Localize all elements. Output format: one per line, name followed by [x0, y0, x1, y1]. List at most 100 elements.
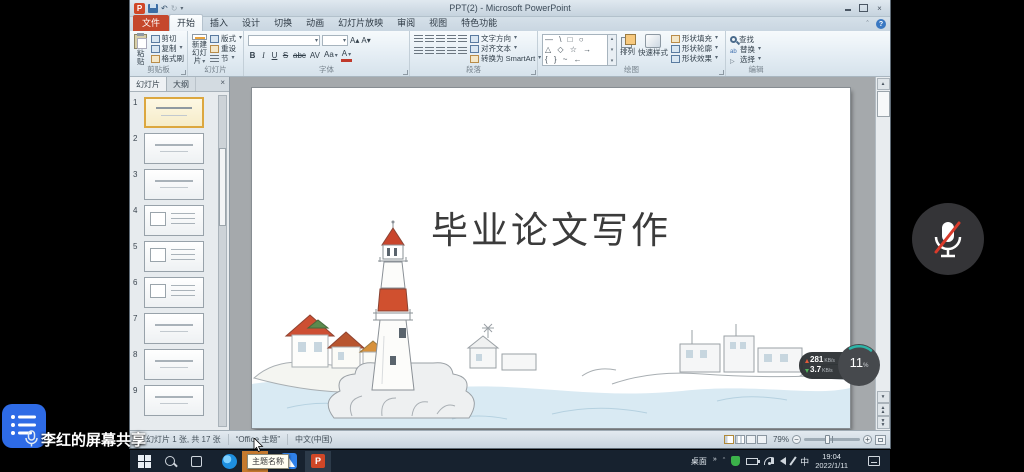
zoom-slider-thumb[interactable]: [825, 435, 830, 444]
tab-design[interactable]: 设计: [235, 15, 267, 31]
tab-file[interactable]: 文件: [133, 15, 169, 31]
slide[interactable]: 毕业论文写作: [252, 88, 850, 428]
slide-thumbnail-8[interactable]: 8: [133, 349, 215, 380]
microphone-mute-button[interactable]: [912, 203, 984, 275]
task-view-icon[interactable]: [191, 456, 202, 467]
panel-scrollbar[interactable]: [218, 95, 227, 427]
paragraph-dialog-launcher[interactable]: [531, 70, 536, 75]
qat-dropdown-icon[interactable]: [180, 5, 183, 12]
powerpoint-taskbar-icon[interactable]: [305, 451, 331, 472]
align-left-icon[interactable]: [414, 47, 423, 55]
panel-close-icon[interactable]: ×: [216, 77, 229, 91]
zoom-out-button[interactable]: −: [792, 435, 801, 444]
shapes-gallery-scroll[interactable]: [608, 34, 617, 66]
panel-tab-slides[interactable]: 幻灯片: [130, 77, 167, 91]
section-button[interactable]: 节: [210, 54, 242, 63]
shape-fill-button[interactable]: 形状填充: [671, 34, 718, 43]
bullets-icon[interactable]: [414, 35, 423, 43]
normal-view-icon[interactable]: [724, 435, 734, 444]
find-button[interactable]: 查找: [730, 35, 761, 44]
clock[interactable]: 19:04 2022/1/11: [815, 452, 848, 470]
font-name-combo[interactable]: [248, 35, 320, 46]
antivirus-tray-icon[interactable]: [731, 456, 740, 466]
zoom-in-button[interactable]: +: [863, 435, 872, 444]
indent-increase-icon[interactable]: [447, 35, 456, 43]
slide-thumbnail-7[interactable]: 7: [133, 313, 215, 344]
align-center-icon[interactable]: [425, 47, 434, 55]
panel-scrollbar-thumb[interactable]: [219, 148, 226, 226]
tab-special-features[interactable]: 特色功能: [454, 15, 504, 31]
tab-home[interactable]: 开始: [169, 14, 203, 31]
hidden-icons-chevron[interactable]: [723, 458, 725, 465]
paste-button[interactable]: 粘贴: [134, 34, 148, 66]
grow-font-button[interactable]: A▴: [350, 35, 359, 46]
bold-button[interactable]: B: [248, 50, 257, 61]
pen-icon[interactable]: [789, 456, 796, 465]
redo-icon[interactable]: [171, 4, 178, 13]
font-size-combo[interactable]: [322, 35, 348, 46]
slide-thumbnail-9[interactable]: 9: [133, 385, 215, 416]
input-method-indicator[interactable]: 中: [800, 455, 809, 468]
shapes-gallery[interactable]: — \ □ ○ △ ◇ ☆ → { } ~ ←: [542, 34, 608, 66]
line-spacing-icon[interactable]: [458, 35, 467, 43]
change-case-button[interactable]: Aa: [323, 49, 339, 62]
shape-effects-button[interactable]: 形状效果: [671, 54, 718, 63]
slide-sorter-icon[interactable]: [735, 435, 745, 444]
slide-thumbnail-5[interactable]: 5: [133, 241, 215, 272]
justify-icon[interactable]: [447, 47, 456, 55]
slide-thumbnail-6[interactable]: 6: [133, 277, 215, 308]
clear-format-button[interactable]: abc: [292, 50, 307, 61]
scroll-up-icon[interactable]: [877, 78, 890, 90]
next-slide-button[interactable]: [877, 416, 890, 429]
cut-button[interactable]: 剪切: [151, 34, 185, 43]
slideshow-icon[interactable]: [757, 435, 767, 444]
replace-button[interactable]: 替换: [730, 45, 761, 54]
align-right-icon[interactable]: [436, 47, 445, 55]
quick-styles-button[interactable]: 快速样式: [638, 34, 668, 66]
clipboard-dialog-launcher[interactable]: [181, 70, 186, 75]
numbering-icon[interactable]: [425, 35, 434, 43]
save-icon[interactable]: [148, 4, 158, 13]
layout-button[interactable]: 版式: [210, 34, 242, 43]
indent-decrease-icon[interactable]: [436, 35, 445, 43]
reset-button[interactable]: 重设: [210, 44, 242, 53]
drawing-dialog-launcher[interactable]: [719, 70, 724, 75]
scrollbar-thumb[interactable]: [877, 91, 890, 117]
align-text-button[interactable]: 对齐文本: [470, 44, 541, 53]
collapse-ribbon-icon[interactable]: [863, 20, 872, 29]
tab-review[interactable]: 审阅: [390, 15, 422, 31]
select-button[interactable]: 选择: [730, 55, 761, 64]
close-button[interactable]: ×: [872, 3, 887, 14]
font-color-button[interactable]: A: [341, 50, 352, 62]
action-center-icon[interactable]: [868, 456, 880, 466]
panel-tab-outline[interactable]: 大纲: [167, 77, 196, 91]
minimize-button[interactable]: [840, 3, 855, 14]
tab-view[interactable]: 视图: [422, 15, 454, 31]
reading-view-icon[interactable]: [746, 435, 756, 444]
help-icon[interactable]: ?: [876, 19, 886, 29]
tab-insert[interactable]: 插入: [203, 15, 235, 31]
start-button[interactable]: [138, 455, 151, 468]
zoom-slider[interactable]: [804, 438, 860, 441]
tab-transitions[interactable]: 切换: [267, 15, 299, 31]
maximize-button[interactable]: [856, 3, 871, 14]
tab-animations[interactable]: 动画: [299, 15, 331, 31]
slide-thumbnail-4[interactable]: 4: [133, 205, 215, 236]
fit-to-window-button[interactable]: [875, 435, 886, 445]
format-painter-button[interactable]: 格式刷: [151, 54, 185, 63]
previous-slide-button[interactable]: [877, 403, 890, 416]
new-slide-button[interactable]: 新建 幻灯片: [192, 34, 207, 66]
undo-icon[interactable]: [161, 4, 168, 13]
battery-icon[interactable]: [746, 458, 758, 465]
desktop-toolbar[interactable]: 桌面: [691, 456, 707, 467]
strikethrough-button[interactable]: S: [281, 50, 290, 61]
text-direction-button[interactable]: 文字方向: [470, 34, 541, 43]
toolbar-expand-icon[interactable]: »: [713, 456, 717, 463]
font-dialog-launcher[interactable]: [403, 70, 408, 75]
slide-thumbnail-2[interactable]: 2: [133, 133, 215, 164]
browser-app-icon[interactable]: [222, 454, 237, 469]
slide-thumbnail-1[interactable]: 1: [133, 97, 215, 128]
shrink-font-button[interactable]: A▾: [361, 35, 370, 46]
char-spacing-button[interactable]: AV: [309, 50, 321, 61]
tab-slideshow[interactable]: 幻灯片放映: [331, 15, 390, 31]
